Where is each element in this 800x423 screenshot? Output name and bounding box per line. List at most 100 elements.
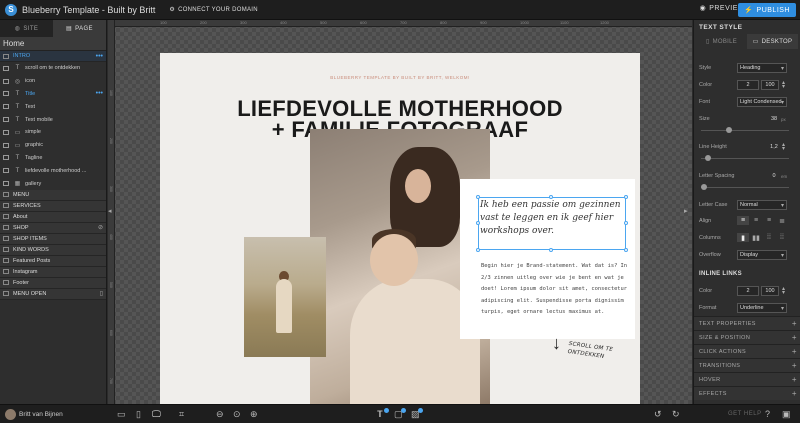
element-row[interactable]: ▭ simple: [0, 126, 106, 139]
tablet-landscape-icon[interactable]: ▭: [117, 409, 126, 420]
add-text-icon[interactable]: 𝐓: [377, 409, 383, 420]
tab-site[interactable]: ◍ SITE: [0, 20, 53, 37]
tab-mobile[interactable]: ▯ MOBILE: [696, 34, 747, 49]
element-row[interactable]: ◎ icon: [0, 75, 106, 88]
visibility-icon[interactable]: [3, 142, 9, 148]
body-text[interactable]: Begin hier je Brand-statement. Wat dat i…: [481, 261, 629, 319]
accordion-effects[interactable]: EFFECTS +: [694, 386, 800, 400]
avatar[interactable]: [5, 409, 16, 420]
columns-three-icon[interactable]: ⁞⁞: [763, 233, 775, 242]
tab-desktop[interactable]: ▭ DESKTOP: [747, 34, 798, 49]
accordion-transitions[interactable]: TRANSITIONS +: [694, 358, 800, 372]
link-opacity-stepper-icon[interactable]: ▴ ▾: [782, 286, 785, 296]
section-row[interactable]: SHOP ITEMS: [0, 233, 106, 245]
redo-icon[interactable]: ↻: [672, 409, 680, 420]
visibility-icon[interactable]: [3, 91, 9, 97]
zoom-in-icon[interactable]: ⊕: [250, 409, 258, 420]
section-row[interactable]: MENU: [0, 189, 106, 201]
accordion-click-actions[interactable]: CLICK ACTIONS +: [694, 344, 800, 358]
accordion-text-properties[interactable]: TEXT PROPERTIES +: [694, 316, 800, 330]
color-opacity-input[interactable]: 100: [761, 80, 779, 90]
letter-spacing-input[interactable]: 0: [768, 171, 780, 181]
size-slider-handle[interactable]: [725, 127, 732, 133]
element-row[interactable]: T Tagline: [0, 152, 106, 165]
element-row[interactable]: T Text: [0, 100, 106, 113]
line-height-slider-handle[interactable]: [705, 155, 712, 161]
size-slider[interactable]: [701, 130, 789, 131]
style-select[interactable]: Heading: [737, 63, 787, 73]
align-left-icon[interactable]: ≡: [737, 216, 749, 225]
columns-four-icon[interactable]: ⁞⁞: [776, 233, 788, 242]
element-row[interactable]: T Text mobile: [0, 113, 106, 126]
username[interactable]: Britt van Bijnen: [19, 411, 63, 418]
desktop-icon[interactable]: 🖵: [152, 409, 161, 420]
visibility-icon[interactable]: [3, 117, 9, 123]
columns-one-icon[interactable]: ▮: [737, 233, 749, 242]
undo-icon[interactable]: ↺: [654, 409, 662, 420]
zoom-reset-icon[interactable]: ⊙: [233, 409, 241, 420]
visibility-icon[interactable]: [3, 78, 9, 84]
get-help-button[interactable]: GET HELP: [728, 411, 762, 417]
visibility-icon[interactable]: [3, 155, 9, 161]
element-row[interactable]: Tscroll om te ontdekken: [0, 62, 106, 75]
letter-spacing-slider-handle[interactable]: [701, 184, 707, 190]
line-height-input[interactable]: 1,2: [768, 142, 780, 152]
brand-statement-box[interactable]: Ik heb een passie om gezinnen vast te le…: [460, 179, 635, 339]
more-options-icon[interactable]: •••: [96, 90, 103, 97]
section-row[interactable]: About: [0, 211, 106, 223]
settings-icon[interactable]: ▣: [782, 409, 791, 420]
visibility-icon[interactable]: [3, 65, 9, 71]
align-right-icon[interactable]: ≡: [763, 216, 775, 225]
more-options-icon[interactable]: •••: [96, 53, 103, 60]
brand-tagline[interactable]: BLUEBERRY TEMPLATE BY BUILT BY BRITT, WE…: [160, 75, 640, 80]
opacity-stepper-icon[interactable]: ▴ ▾: [782, 80, 785, 90]
size-input[interactable]: 38: [768, 114, 780, 124]
mobile-icon[interactable]: ▯: [136, 409, 141, 420]
page-selector[interactable]: Home: [0, 37, 106, 51]
align-justify-icon[interactable]: ≣: [776, 216, 788, 225]
line-height-stepper-icon[interactable]: ▴ ▾: [782, 142, 785, 152]
color-swatch-input[interactable]: 2: [737, 80, 759, 90]
connect-domain-button[interactable]: ⚙ CONNECT YOUR DOMAIN: [169, 6, 258, 14]
columns-two-icon[interactable]: ▮▮: [750, 233, 762, 242]
selection-outline[interactable]: [476, 195, 628, 252]
element-row[interactable]: ▦ gallery: [0, 177, 106, 190]
line-height-slider[interactable]: [701, 158, 789, 159]
align-center-icon[interactable]: ≡: [750, 216, 762, 225]
collapse-left-icon[interactable]: ◂: [108, 207, 112, 215]
element-row[interactable]: T Title •••: [0, 88, 106, 101]
section-row[interactable]: Featured Posts: [0, 255, 106, 267]
secondary-photo[interactable]: [244, 237, 326, 357]
letter-spacing-slider[interactable]: [701, 187, 789, 188]
visibility-icon[interactable]: [3, 129, 9, 135]
link-color-opacity-input[interactable]: 100: [761, 286, 779, 296]
collapse-right-icon[interactable]: ▸: [684, 207, 688, 215]
font-select[interactable]: Light Condensed: [737, 97, 787, 107]
zoom-out-icon[interactable]: ⊖: [216, 409, 224, 420]
help-icon[interactable]: ?: [765, 409, 770, 419]
accordion-size-position[interactable]: SIZE & POSITION +: [694, 330, 800, 344]
publish-button[interactable]: ⚡ PUBLISH: [738, 3, 796, 17]
letter-case-select[interactable]: Normal: [737, 200, 787, 210]
element-row[interactable]: ▭ graphic: [0, 139, 106, 152]
section-row[interactable]: SHOP ⊘: [0, 222, 106, 234]
visibility-icon[interactable]: [3, 168, 9, 174]
accordion-hover[interactable]: HOVER +: [694, 372, 800, 386]
canvas-area[interactable]: 100 200 300 400 500 600 700 800 900 1000 1100 1200 …: [108, 20, 692, 404]
tab-page[interactable]: ▤ PAGE: [53, 20, 106, 37]
scroll-note[interactable]: SCROLL OM TE ONTDEKKEN: [567, 340, 613, 362]
element-row[interactable]: Tliefdevolle motherhood ...: [0, 164, 106, 177]
section-row[interactable]: KIND WORDS: [0, 244, 106, 256]
format-select[interactable]: Underline: [737, 303, 787, 313]
grid-icon[interactable]: ⌗: [179, 409, 184, 420]
section-row[interactable]: SERVICES: [0, 200, 106, 212]
visibility-icon[interactable]: [3, 181, 9, 187]
section-row[interactable]: Instagram: [0, 266, 106, 278]
section-row[interactable]: MENU OPEN ▯: [0, 288, 106, 300]
logo-icon[interactable]: S: [5, 3, 17, 16]
section-intro[interactable]: INTRO •••: [0, 51, 106, 62]
section-row[interactable]: Footer: [0, 277, 106, 289]
link-color-swatch-input[interactable]: 2: [737, 286, 759, 296]
overflow-select[interactable]: Display: [737, 250, 787, 260]
visibility-icon[interactable]: [3, 104, 9, 110]
